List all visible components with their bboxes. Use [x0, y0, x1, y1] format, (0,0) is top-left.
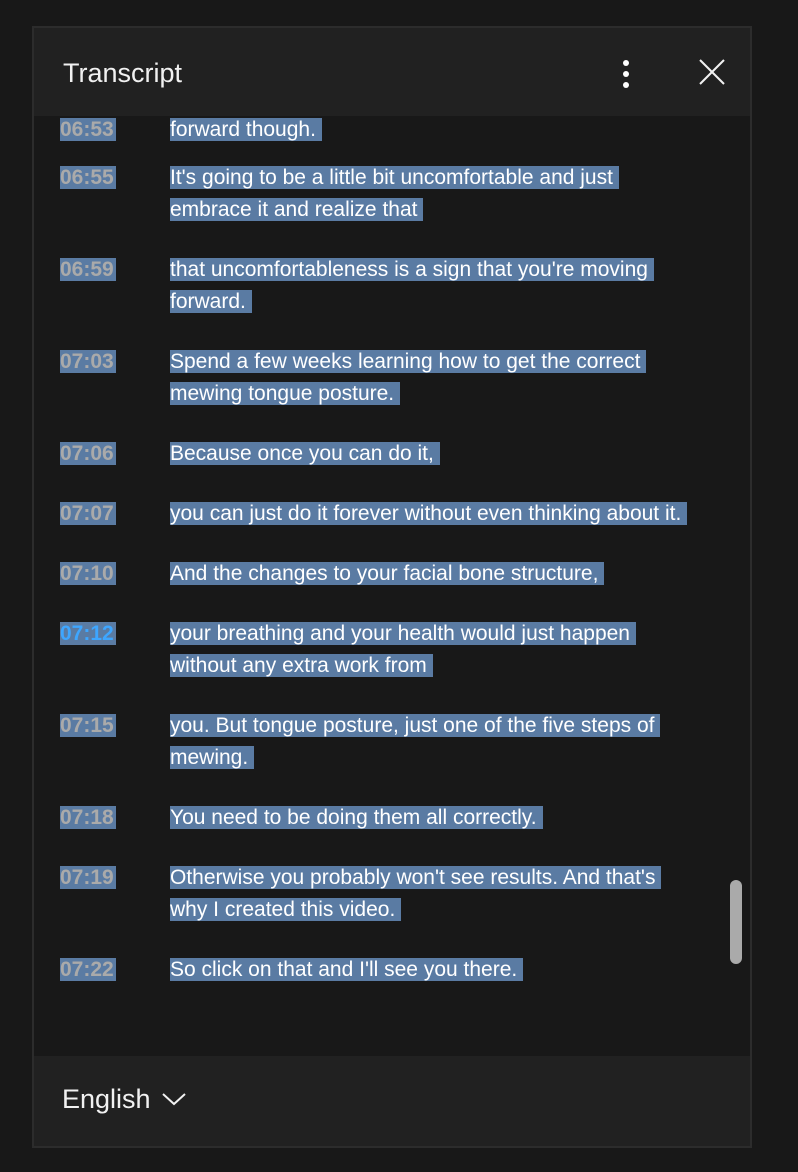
transcript-header: Transcript: [34, 28, 750, 116]
transcript-segment[interactable]: 06:59 that uncomfortableness is a sign th…: [34, 254, 750, 318]
transcript-segment[interactable]: 07:18 You need to be doing them all corre…: [34, 802, 750, 834]
segment-timestamp: 06:59: [60, 254, 126, 286]
segment-text: you. But tongue posture, just one of the…: [170, 710, 690, 774]
segment-timestamp: 07:10: [60, 558, 126, 590]
segment-text-content: your breathing and your health would jus…: [170, 622, 636, 677]
segment-text: So click on that and I'll see you there.: [170, 954, 690, 986]
transcript-segment[interactable]: 07:12 your breathing and your health woul…: [34, 618, 750, 682]
timestamp-text: 06:59: [60, 258, 116, 281]
segment-timestamp: 07:19: [60, 862, 126, 894]
transcript-segment[interactable]: 06:55 It's going to be a little bit uncom…: [34, 162, 750, 226]
segment-text: You need to be doing them all correctly.: [170, 802, 690, 834]
language-selector[interactable]: English: [62, 1082, 187, 1116]
timestamp-text: 06:53: [60, 118, 116, 141]
segment-timestamp: 07:15: [60, 710, 126, 742]
segment-text-content: It's going to be a little bit uncomforta…: [170, 166, 619, 221]
segment-text-content: forward though.: [170, 118, 322, 141]
segment-text-content: Otherwise you probably won't see results…: [170, 866, 662, 921]
segment-text: It's going to be a little bit uncomforta…: [170, 162, 690, 226]
segment-text: Spend a few weeks learning how to get th…: [170, 346, 690, 410]
segment-text-content: You need to be doing them all correctly.: [170, 806, 543, 829]
segment-text: Because once you can do it,: [170, 438, 690, 470]
transcript-segment[interactable]: 07:07 you can just do it forever without …: [34, 498, 750, 530]
segment-text: forward though.: [170, 116, 690, 146]
transcript-segment[interactable]: 07:06 Because once you can do it,: [34, 438, 750, 470]
segment-text: your breathing and your health would jus…: [170, 618, 690, 682]
segment-timestamp: 06:55: [60, 162, 126, 194]
segment-text-content: So click on that and I'll see you there.: [170, 958, 524, 981]
segment-text: Otherwise you probably won't see results…: [170, 862, 690, 926]
timestamp-text: 07:07: [60, 502, 116, 525]
segment-text-content: Spend a few weeks learning how to get th…: [170, 350, 647, 405]
transcript-segment[interactable]: 07:03 Spend a few weeks learning how to g…: [34, 346, 750, 410]
transcript-panel: Transcript 06:53 forward though. 06:55 It's…: [32, 26, 752, 1148]
transcript-segment[interactable]: 07:19 Otherwise you probably won't see re…: [34, 862, 750, 926]
timestamp-text: 07:18: [60, 806, 116, 829]
segment-list: 06:53 forward though. 06:55 It's going to b…: [34, 116, 750, 986]
segment-timestamp: 07:18: [60, 802, 126, 834]
segment-timestamp: 07:07: [60, 498, 126, 530]
timestamp-text: 07:12: [60, 622, 116, 645]
language-label: English: [62, 1084, 151, 1114]
segment-timestamp: 07:03: [60, 346, 126, 378]
transcript-segment[interactable]: 06:53 forward though.: [34, 116, 750, 146]
segment-timestamp: 07:22: [60, 954, 126, 986]
chevron-down-icon: [161, 1093, 186, 1106]
more-options-button[interactable]: [608, 54, 644, 94]
timestamp-text: 07:19: [60, 866, 116, 889]
timestamp-text: 07:22: [60, 958, 116, 981]
segment-text: And the changes to your facial bone stru…: [170, 558, 690, 590]
timestamp-text: 07:06: [60, 442, 116, 465]
panel-title: Transcript: [63, 58, 183, 88]
segment-text-content: Because once you can do it,: [170, 442, 440, 465]
close-icon: [699, 59, 725, 85]
segment-text-content: that uncomfortableness is a sign that yo…: [170, 258, 654, 313]
transcript-body: 06:53 forward though. 06:55 It's going to b…: [34, 116, 750, 1056]
transcript-segment[interactable]: 07:10 And the changes to your facial bone…: [34, 558, 750, 590]
transcript-segment[interactable]: 07:15 you. But tongue posture, just one o…: [34, 710, 750, 774]
timestamp-text: 07:10: [60, 562, 116, 585]
transcript-footer: English: [34, 1056, 750, 1146]
timestamp-text: 07:15: [60, 714, 116, 737]
timestamp-text: 07:03: [60, 350, 116, 373]
close-button[interactable]: [692, 52, 732, 92]
segment-text-content: you. But tongue posture, just one of the…: [170, 714, 661, 769]
segment-timestamp: 07:06: [60, 438, 126, 470]
timestamp-text: 06:55: [60, 166, 116, 189]
segment-timestamp: 06:53: [60, 116, 126, 146]
segment-text-content: And the changes to your facial bone stru…: [170, 562, 605, 585]
scrollbar-thumb[interactable]: [730, 880, 742, 964]
segment-text: that uncomfortableness is a sign that yo…: [170, 254, 690, 318]
segment-text-content: you can just do it forever without even …: [170, 502, 688, 525]
segment-text: you can just do it forever without even …: [170, 498, 690, 530]
segment-timestamp: 07:12: [60, 618, 126, 650]
transcript-segment[interactable]: 07:22 So click on that and I'll see you t…: [34, 954, 750, 986]
